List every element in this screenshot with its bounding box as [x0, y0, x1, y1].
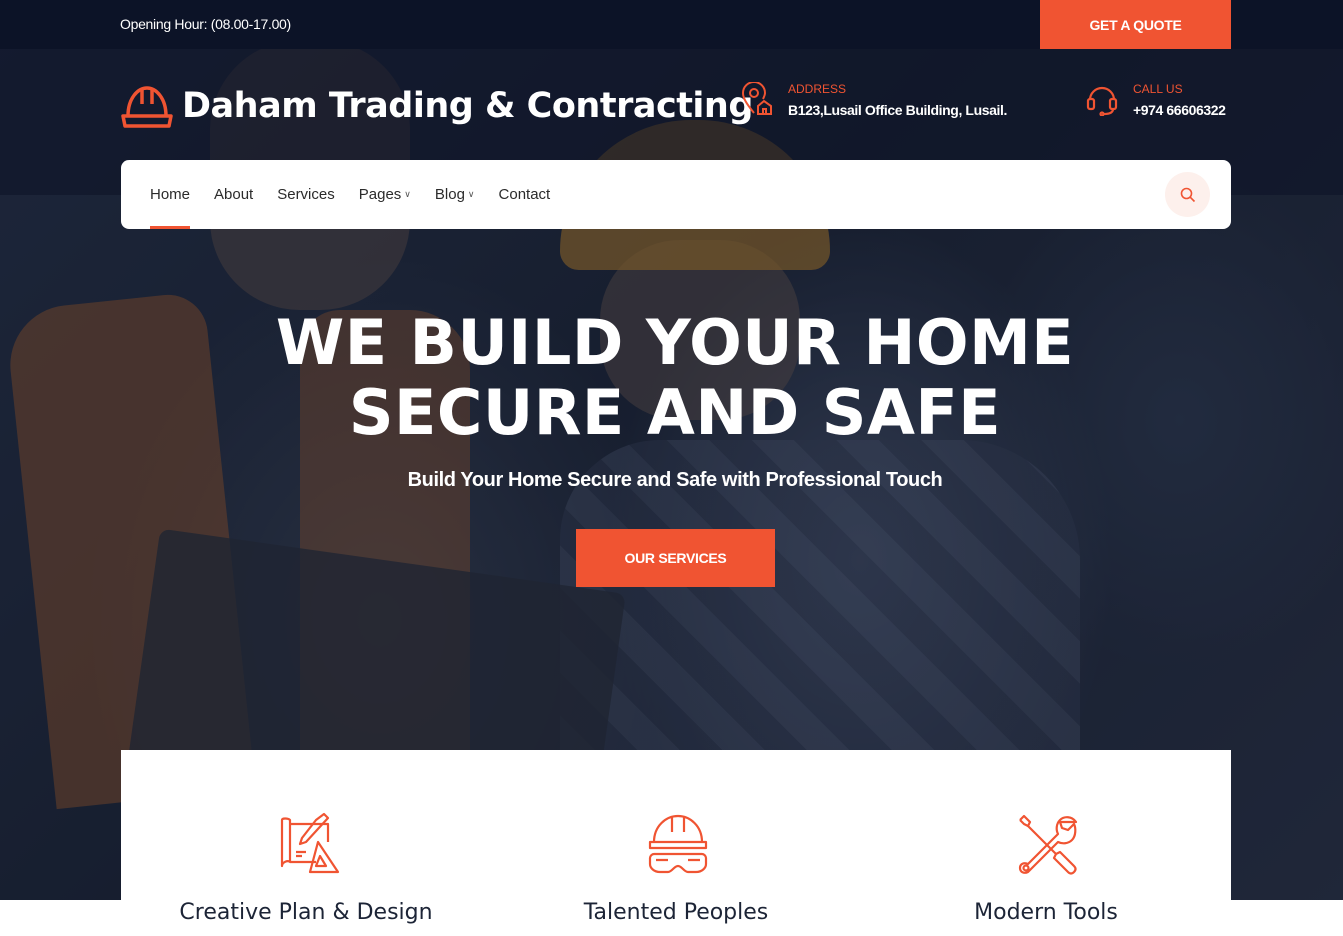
worker-helmet-icon	[648, 814, 708, 874]
call-info: CALL US +974 66606322	[1085, 82, 1226, 118]
search-icon	[1180, 187, 1195, 202]
call-label: CALL US	[1133, 82, 1183, 96]
address-label: ADDRESS	[788, 82, 847, 96]
hero-title-line1: WE BUILD YOUR HOME	[275, 306, 1075, 379]
topbar: Opening Hour: (08.00-17.00) GET A QUOTE	[0, 0, 1343, 49]
main-navigation: Home About Services Pages ∨ Blog ∨ Contact	[121, 160, 1231, 229]
nav-item-blog[interactable]: Blog ∨	[435, 160, 475, 229]
chevron-down-icon: ∨	[404, 189, 411, 199]
site-logo[interactable]: Daham Trading & Contracting	[120, 82, 753, 130]
nav-item-about[interactable]: About	[214, 160, 253, 229]
search-button[interactable]	[1165, 172, 1210, 217]
blueprint-icon	[280, 812, 340, 874]
get-quote-button[interactable]: GET A QUOTE	[1040, 0, 1231, 49]
nav-item-label: Contact	[498, 186, 551, 203]
feature-title: Creative Plan & Design	[179, 900, 433, 925]
nav-item-services[interactable]: Services	[277, 160, 335, 229]
nav-item-contact[interactable]: Contact	[499, 160, 551, 229]
nav-item-label: Home	[150, 186, 191, 203]
address-value: B123,Lusail Office Building, Lusail.	[788, 102, 1007, 118]
tools-icon	[1018, 814, 1078, 875]
location-pin-icon	[741, 82, 772, 115]
our-services-button[interactable]: OUR SERVICES	[576, 529, 775, 587]
helmet-logo-icon	[121, 86, 173, 128]
hero-title: WE BUILD YOUR HOME SECURE AND SAFE	[0, 308, 1343, 448]
feature-title: Talented Peoples	[583, 900, 769, 925]
address-info: ADDRESS B123,Lusail Office Building, Lus…	[740, 82, 1007, 118]
nav-item-label: About	[214, 186, 254, 203]
headset-icon	[1086, 86, 1118, 116]
feature-creative-plan[interactable]: Creative Plan & Design	[121, 750, 491, 936]
hero-title-line2: SECURE AND SAFE	[348, 376, 1002, 449]
nav-item-home[interactable]: Home	[150, 160, 191, 229]
call-value[interactable]: +974 66606322	[1133, 102, 1226, 118]
nav-item-pages[interactable]: Pages ∨	[359, 160, 411, 229]
feature-talented-peoples[interactable]: Talented Peoples	[491, 750, 861, 936]
hero-subtitle: Build Your Home Secure and Safe with Pro…	[407, 469, 943, 491]
feature-modern-tools[interactable]: Modern Tools	[861, 750, 1231, 936]
nav-item-label: Pages	[358, 186, 402, 203]
features-section: Creative Plan & Design Talented Peoples …	[121, 750, 1231, 936]
chevron-down-icon: ∨	[467, 189, 475, 199]
feature-title: Modern Tools	[974, 900, 1118, 925]
logo-text: Daham Trading & Contracting	[182, 86, 753, 126]
nav-item-label: Services	[277, 186, 335, 203]
nav-item-label: Blog	[434, 186, 465, 203]
opening-hours: Opening Hour: (08.00-17.00)	[120, 16, 291, 32]
